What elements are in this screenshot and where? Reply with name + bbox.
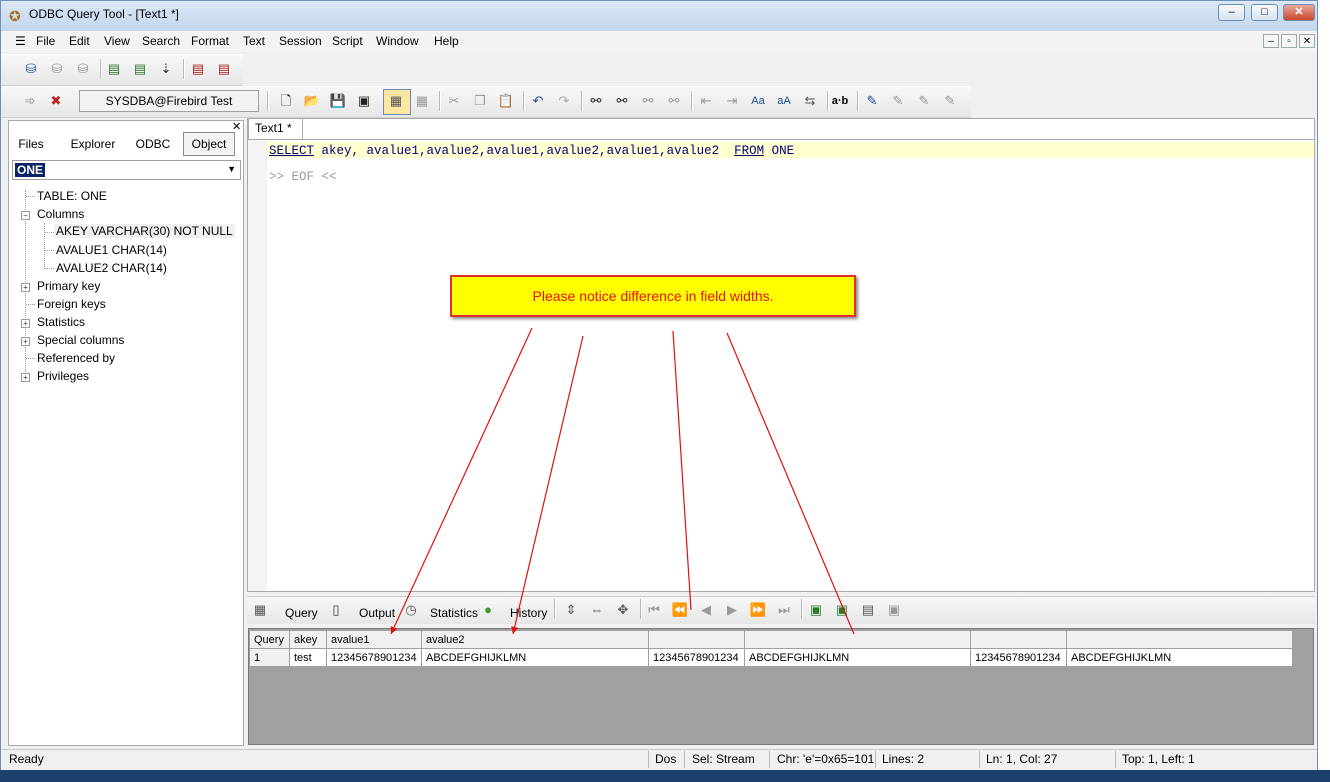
annotation-arrow	[672, 330, 692, 611]
background-window-edge	[1318, 0, 1330, 770]
annotation-arrow	[511, 335, 584, 635]
taskbar	[0, 770, 1330, 782]
annotation-arrows	[390, 327, 855, 635]
annotation-arrow	[726, 332, 855, 635]
annotation-arrow	[390, 327, 533, 635]
